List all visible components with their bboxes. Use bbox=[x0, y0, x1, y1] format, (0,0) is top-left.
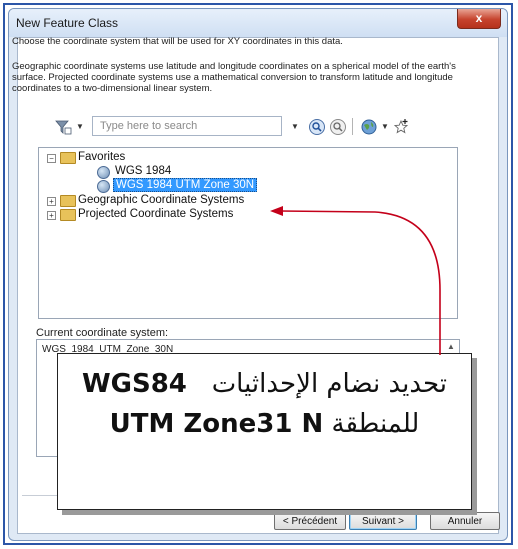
annotation-arrow bbox=[270, 206, 441, 355]
